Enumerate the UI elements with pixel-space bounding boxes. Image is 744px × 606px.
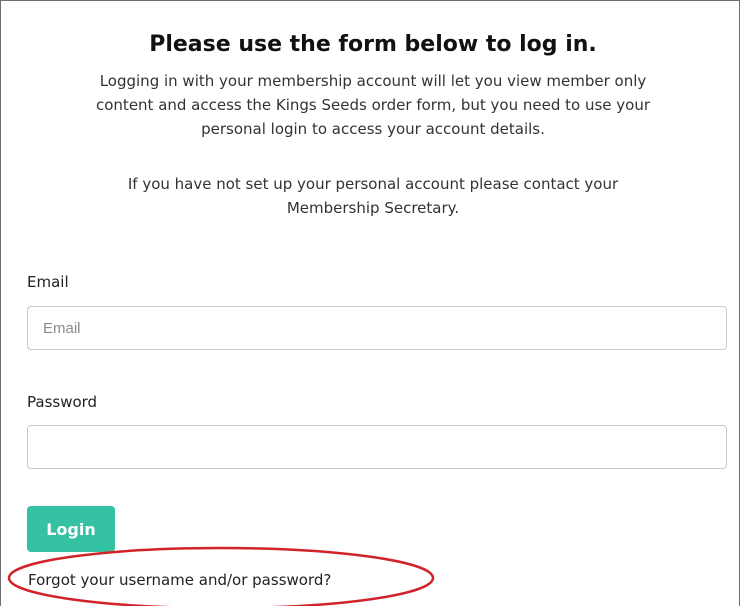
contact-line: Membership Secretary.: [286, 199, 460, 217]
forgot-password-link[interactable]: Forgot your username and/or password?: [28, 571, 331, 589]
email-label: Email: [27, 273, 69, 291]
login-button[interactable]: Login: [27, 506, 115, 552]
login-panel: Please use the form below to log in. Log…: [0, 0, 740, 606]
email-field[interactable]: [27, 306, 727, 350]
contact-line: If you have not set up your personal acc…: [127, 175, 619, 193]
intro-line: personal login to access your account de…: [201, 120, 545, 138]
password-field[interactable]: [27, 425, 727, 469]
page-title: Please use the form below to log in.: [149, 32, 597, 57]
password-label: Password: [27, 393, 98, 411]
intro-text: Logging in with your membership account …: [31, 69, 715, 141]
contact-text: If you have not set up your personal acc…: [31, 172, 715, 220]
intro-line: content and access the Kings Seeds order…: [96, 96, 650, 114]
intro-line: Logging in with your membership account …: [99, 72, 647, 90]
